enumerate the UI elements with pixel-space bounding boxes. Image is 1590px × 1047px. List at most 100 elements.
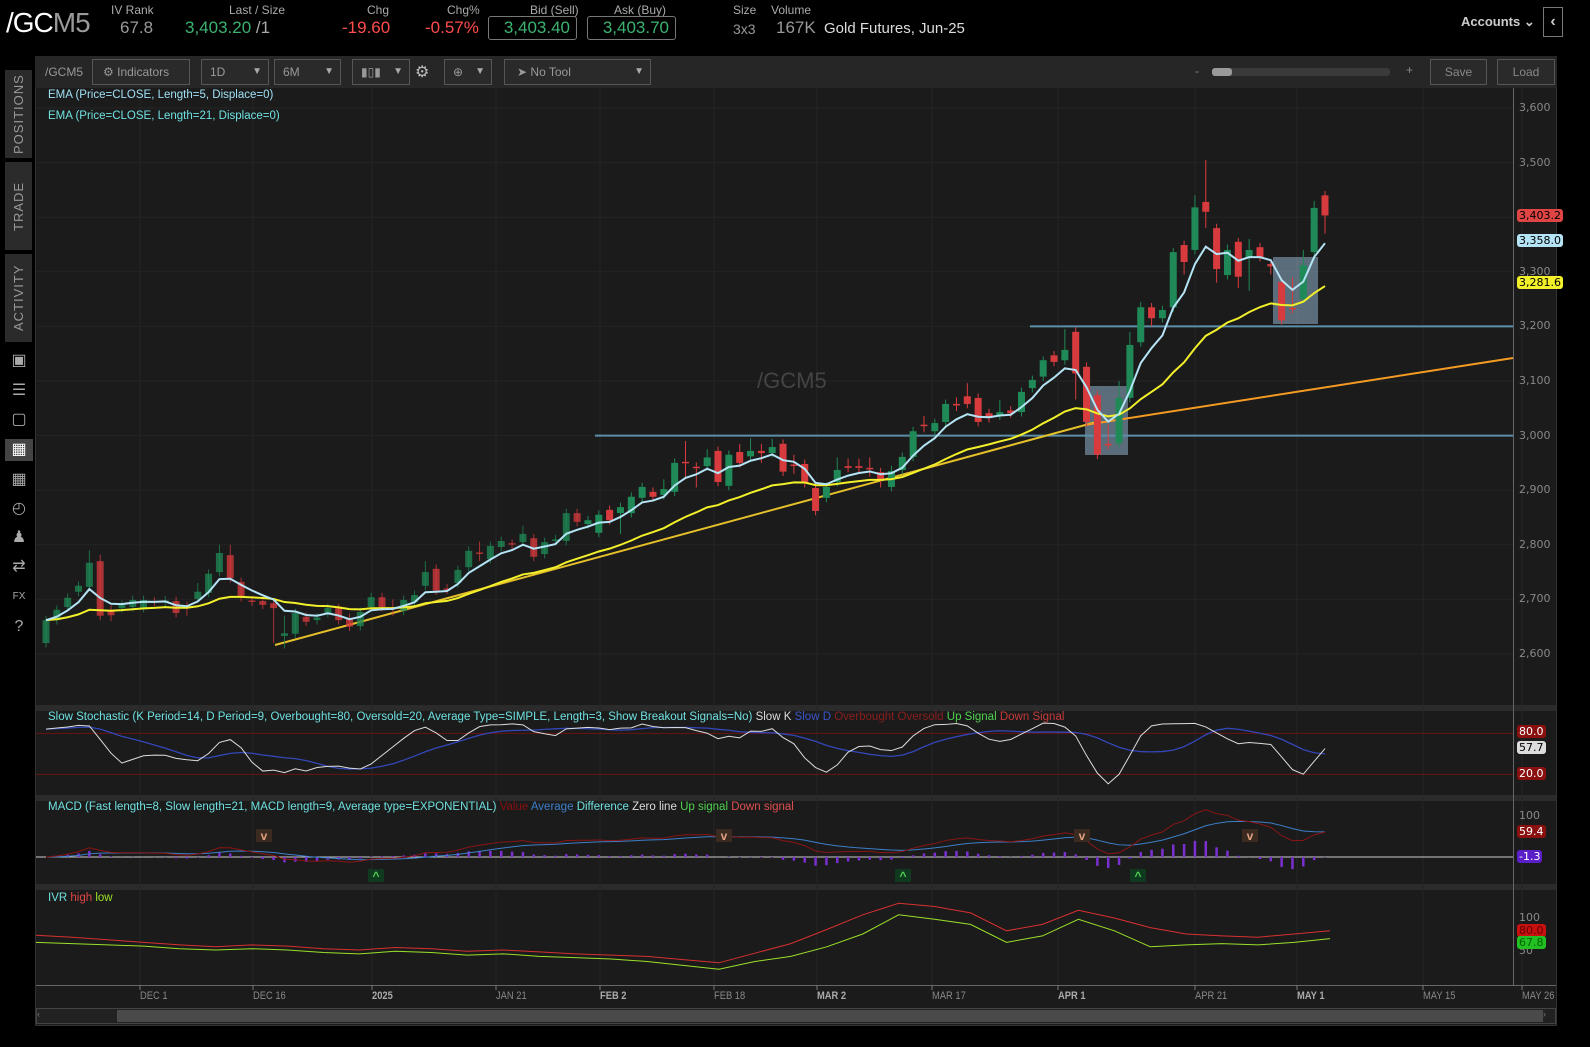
candle-up (519, 533, 527, 543)
legend-oversold: Oversold (897, 711, 944, 723)
price-axis-label: 3,600 (1519, 101, 1551, 114)
legend-average: Average (530, 801, 574, 813)
stoch-oversold-tag: 20.0 (1517, 767, 1546, 780)
candle-down (248, 600, 256, 602)
candle-up (215, 552, 223, 573)
candle-down (1256, 247, 1264, 258)
candle-down (963, 396, 971, 404)
time-axis-label: MAY 26 (1522, 990, 1555, 1002)
stoch-k-tag: 57.7 (1517, 741, 1546, 754)
candle-down (432, 568, 440, 591)
time-scrollbar[interactable]: ‹ › (36, 1008, 1556, 1024)
time-axis-label: DEC 16 (253, 990, 286, 1002)
price-axis-label: 2,800 (1519, 537, 1551, 551)
candle-down (302, 616, 310, 622)
scroll-left-icon[interactable]: ‹ (37, 1009, 47, 1023)
candle-up (1310, 207, 1318, 253)
time-axis-label: MAY 15 (1423, 990, 1456, 1002)
macd-legend: MACD (Fast length=8, Slow length=21, MAC… (48, 801, 794, 813)
candle-down (1050, 355, 1058, 362)
candle-down (508, 543, 516, 545)
candle-up (356, 611, 364, 627)
candle-up (703, 457, 711, 467)
legend-high: high (70, 892, 93, 904)
candle-down (1148, 307, 1156, 319)
candle-down (682, 461, 689, 464)
candle-down (606, 509, 614, 521)
candle-down (866, 467, 874, 470)
legend-value: Value (499, 801, 529, 813)
chevron-down-icon: v (721, 829, 728, 843)
time-axis-label: 2025 (372, 990, 393, 1002)
legend-slow-k: Slow K (755, 711, 792, 723)
candle-down (974, 397, 982, 422)
candle-up (541, 542, 549, 555)
candle-up (465, 550, 473, 568)
trendline-yellow (274, 420, 1101, 646)
chevron-up-icon: ^ (899, 869, 906, 883)
candle-up (280, 633, 288, 636)
scroll-right-icon[interactable]: › (1543, 1009, 1553, 1023)
candle-down (270, 603, 278, 609)
candle-up (1191, 207, 1199, 250)
time-axis-label: JAN 21 (496, 990, 527, 1002)
candle-down (1321, 195, 1329, 216)
candle-down (952, 403, 960, 406)
ivr-high-line (35, 902, 1331, 964)
price-axis-label: 3,100 (1519, 374, 1551, 387)
candle-up (1039, 360, 1047, 377)
candle-up (1137, 307, 1145, 343)
macd-axis-label: 100 (1519, 809, 1540, 822)
ema5-study-label[interactable]: EMA (Price=CLOSE, Length=5, Displace=0) (48, 89, 273, 101)
legend-up-signal: Up Signal (946, 711, 997, 723)
time-axis-label: MAR 2 (817, 990, 847, 1002)
price-axis-label: 3,200 (1519, 319, 1551, 333)
ema5-line (45, 242, 1326, 622)
candle-down (1202, 201, 1210, 212)
stoch-overbought-tag: 80.0 (1517, 725, 1546, 738)
ema21-study-label[interactable]: EMA (Price=CLOSE, Length=21, Displace=0) (48, 110, 280, 122)
candle-down (573, 513, 581, 522)
candle-down (757, 450, 765, 454)
candle-down (1278, 282, 1286, 321)
legend-down-signal: Down Signal (999, 711, 1065, 723)
candle-down (920, 424, 928, 427)
candle-up (118, 604, 126, 609)
candle-down (1072, 331, 1080, 374)
candle-up (638, 486, 646, 498)
candle-down (692, 466, 700, 469)
price-axis-label: 2,900 (1519, 483, 1551, 497)
candle-up (616, 507, 624, 514)
stoch-title[interactable]: Slow Stochastic (K Period=14, D Period=9… (48, 711, 752, 723)
legend-up-signal: Up signal (680, 801, 729, 813)
candle-up (1061, 349, 1069, 361)
candle-down (649, 491, 657, 497)
candle-down (736, 451, 744, 463)
last-price-tag: 3,403.2 (1517, 209, 1563, 222)
scrollbar-thumb[interactable] (117, 1010, 1543, 1022)
candle-up (942, 403, 950, 422)
time-axis-label: APR 1 (1058, 990, 1086, 1002)
legend-difference: Difference (576, 801, 629, 813)
ivr-low-line (35, 914, 1331, 970)
candle-up (1028, 379, 1036, 389)
ema5-price-tag: 3,358.0 (1517, 234, 1563, 247)
candle-down (476, 552, 484, 554)
candle-up (75, 585, 83, 592)
price-axis-label: 3,500 (1519, 155, 1551, 169)
legend-low: low (95, 892, 113, 904)
chevron-up-icon: ^ (372, 869, 379, 883)
candle-down (714, 450, 722, 483)
chevron-down-icon: v (261, 829, 268, 843)
time-axis-label: MAY 1 (1297, 990, 1325, 1002)
candle-up (291, 613, 299, 634)
ivr-title[interactable]: IVR (48, 892, 67, 904)
macd-title[interactable]: MACD (Fast length=8, Slow length=21, MAC… (48, 801, 497, 813)
time-axis-label: MAR 17 (932, 990, 966, 1002)
candle-down (1180, 245, 1188, 262)
candle-up (1169, 252, 1177, 308)
legend-zero-line: Zero line (632, 801, 677, 813)
chart-watermark: /GCM5 (757, 368, 827, 393)
ivr-axis-top: 100 (1519, 911, 1540, 924)
chart-canvas[interactable]: v ^ v ^ v ^ v (0, 0, 1590, 1047)
